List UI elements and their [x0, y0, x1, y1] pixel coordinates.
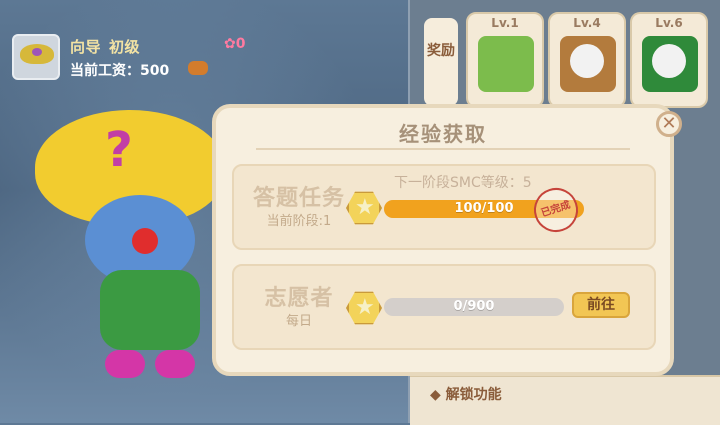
reward-slot-1[interactable]: Lv.1: [466, 12, 544, 108]
volunteer-progress-bar: 0/900: [384, 298, 564, 316]
player-wage: 当前工资：500: [70, 63, 170, 79]
reward-slot-2[interactable]: Lv.4: [548, 12, 626, 108]
hat-reward-icon: [478, 36, 534, 92]
close-icon: ✕: [661, 113, 677, 134]
experience-modal: 经验获取 ✕ 答题任务 当前阶段:1 ★ 下一阶段SMC等级：5 100/100…: [212, 104, 682, 376]
character-model: ?: [30, 110, 230, 400]
task-name: 志愿者: [264, 286, 334, 311]
star-count: ✿0: [224, 36, 246, 52]
reward-row: 奖励 Lv.1 Lv.4 Lv.6: [418, 10, 720, 110]
lock-icon: [570, 44, 604, 78]
unlock-title-text: 解锁功能: [445, 387, 502, 403]
task-frequency: 每日: [285, 314, 312, 329]
player-name-text: 向导: [70, 38, 102, 56]
player-rank: 初级: [109, 38, 141, 56]
title-divider: [256, 148, 630, 150]
go-button[interactable]: 前往: [572, 292, 630, 318]
reward-slot-level: Lv.6: [655, 16, 683, 30]
close-button[interactable]: ✕: [656, 111, 682, 137]
volunteer-task-card: 志愿者 每日 ★ 0/900 前往: [232, 264, 656, 350]
task-name: 答题任务: [252, 186, 345, 211]
sausage-icon: [188, 61, 208, 75]
completed-stamp: 已完成: [528, 182, 584, 238]
task-stage: 当前阶段:1: [266, 214, 332, 229]
character-body: [100, 270, 200, 350]
volunteer-progress-text: 0/900: [453, 299, 495, 314]
lock-icon: [652, 44, 686, 78]
quiz-task-card: 答题任务 当前阶段:1 ★ 下一阶段SMC等级：5 100/100 已完成: [232, 164, 656, 250]
question-mark-icon: ?: [105, 122, 133, 178]
character-nose: [132, 228, 158, 254]
reward-slot-level: Lv.4: [573, 16, 601, 30]
reward-slot-3[interactable]: Lv.6: [630, 12, 708, 108]
player-avatar[interactable]: [12, 34, 60, 80]
next-level-text: 下一阶段SMC等级：5: [394, 175, 532, 191]
reward-tab[interactable]: 奖励: [424, 18, 458, 106]
star-count-value: 0: [235, 36, 246, 52]
character-left-shoe: [105, 350, 145, 378]
reward-slot-level: Lv.1: [491, 16, 519, 30]
player-card: 向导 初级 ✿0 当前工资：500: [12, 32, 272, 86]
mushroom-hat-icon: [20, 44, 54, 64]
modal-title: 经验获取: [399, 122, 487, 146]
unlock-title: ◆ 解锁功能: [430, 387, 502, 403]
character-right-shoe: [155, 350, 195, 378]
player-name: 向导 初级: [70, 36, 140, 57]
